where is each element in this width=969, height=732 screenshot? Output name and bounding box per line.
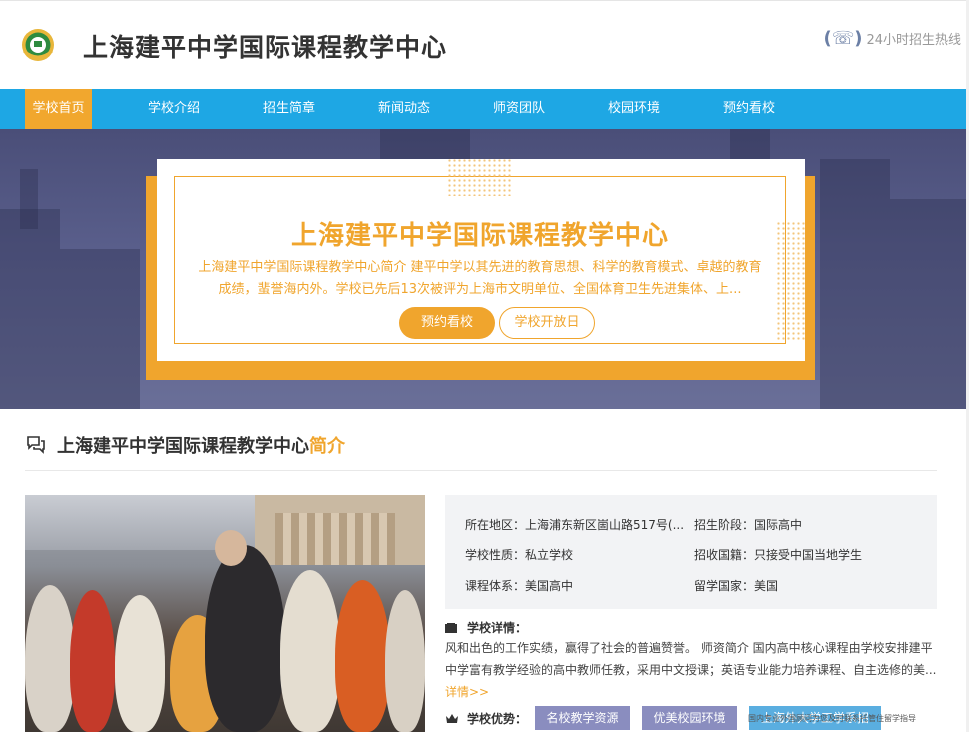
photo-figure	[115, 595, 165, 732]
nav-item-about[interactable]: 学校介绍	[138, 89, 210, 129]
hotline-label: 24小时招生热线	[866, 33, 961, 48]
banner-building	[20, 169, 38, 229]
nav-item-campus[interactable]: 校园环境	[598, 89, 670, 129]
photo-building-facade	[275, 513, 395, 565]
info-value: 私立学校	[525, 548, 574, 562]
school-logo[interactable]	[20, 27, 56, 63]
hero-card: 上海建平中学国际课程教学中心 上海建平中学国际课程教学中心简介 建平中学以其先进…	[157, 158, 806, 361]
info-nationality: 招收国籍：只接受中国当地学生	[694, 546, 862, 563]
tag-resources[interactable]: 名校教学资源	[535, 706, 630, 730]
info-label: 所在地区：	[465, 518, 526, 532]
detail-heading: 学校详情：	[445, 619, 527, 636]
tag-campus[interactable]: 优美校园环境	[642, 706, 737, 730]
photo-figure	[25, 585, 75, 732]
photo-figure	[205, 545, 285, 732]
floating-notice[interactable]: 国内专业外国顾问为您及时联系托管住留学指导	[748, 713, 916, 724]
phone-icon: (☏)	[823, 28, 863, 49]
chat-icon	[27, 436, 45, 454]
advantage-heading: 学校优势：	[445, 710, 527, 727]
info-country: 留学国家：美国	[694, 577, 778, 594]
banner-building	[820, 159, 890, 409]
dot-pattern	[776, 221, 806, 341]
hero-card-frame: 上海建平中学国际课程教学中心 上海建平中学国际课程教学中心简介 建平中学以其先进…	[174, 176, 786, 344]
site-header: 上海建平中学国际课程教学中心 (☏) 24小时招生热线	[0, 0, 969, 89]
info-location: 所在地区：上海浦东新区崮山路517号(...	[465, 516, 684, 533]
intro-heading: 上海建平中学国际课程教学中心简介	[25, 432, 345, 458]
hero-title: 上海建平中学国际课程教学中心	[290, 221, 669, 251]
intro-title-main: 上海建平中学国际课程教学中心	[57, 436, 309, 457]
photo-figure	[70, 590, 115, 732]
photo-figure	[280, 570, 340, 732]
site-title: 上海建平中学国际课程教学中心	[83, 33, 448, 62]
intro-title-accent: 简介	[309, 436, 345, 457]
nav-item-admission[interactable]: 招生简章	[253, 89, 325, 129]
nav-item-faculty[interactable]: 师资团队	[483, 89, 555, 129]
info-value: 美国高中	[525, 579, 574, 593]
details-link[interactable]: 详情>>	[445, 683, 489, 700]
info-value: 上海浦东新区崮山路517号(...	[525, 518, 685, 532]
info-curriculum: 课程体系：美国高中	[465, 577, 573, 594]
hero-banner: 上海建平中学国际课程教学中心 上海建平中学国际课程教学中心简介 建平中学以其先进…	[0, 129, 969, 409]
school-photo[interactable]	[25, 495, 425, 732]
info-label: 留学国家：	[694, 579, 755, 593]
book-icon	[445, 622, 457, 633]
detail-text: 风和出色的工作实绩，赢得了社会的普遍赞誉。 师资简介 国内高中核心课程由学校安排…	[445, 641, 937, 677]
info-label: 课程体系：	[465, 579, 526, 593]
detail-label: 学校详情：	[467, 621, 528, 635]
advantage-label: 学校优势：	[467, 712, 528, 726]
open-day-button[interactable]: 学校开放日	[499, 307, 595, 339]
banner-building	[0, 209, 60, 409]
nav-item-visit[interactable]: 预约看校	[713, 89, 785, 129]
photo-figure	[385, 590, 425, 732]
dot-pattern	[447, 158, 511, 196]
photo-figure	[335, 580, 390, 732]
banner-building	[60, 249, 140, 409]
crown-icon	[446, 713, 458, 723]
school-info-box: 所在地区：上海浦东新区崮山路517号(... 招生阶段：国际高中 学校性质：私立…	[445, 495, 937, 609]
info-value: 美国	[754, 579, 779, 593]
info-stage: 招生阶段：国际高中	[694, 516, 802, 533]
info-nature: 学校性质：私立学校	[465, 546, 573, 563]
divider	[25, 470, 937, 471]
info-value: 国际高中	[754, 518, 803, 532]
nav-item-news[interactable]: 新闻动态	[368, 89, 440, 129]
hero-description: 上海建平中学国际课程教学中心简介 建平中学以其先进的教育思想、科学的教育模式、卓…	[198, 260, 762, 297]
intro-title: 上海建平中学国际课程教学中心简介	[57, 432, 345, 458]
banner-building	[380, 129, 470, 159]
photo-face	[215, 530, 247, 566]
info-label: 招收国籍：	[694, 548, 755, 562]
book-visit-button[interactable]: 预约看校	[399, 307, 495, 339]
banner-building	[890, 199, 969, 409]
hotline: (☏) 24小时招生热线	[823, 28, 961, 49]
info-label: 招生阶段：	[694, 518, 755, 532]
main-nav: 学校首页 学校介绍 招生简章 新闻动态 师资团队 校园环境 预约看校	[0, 89, 969, 129]
info-label: 学校性质：	[465, 548, 526, 562]
info-value: 只接受中国当地学生	[754, 548, 863, 562]
nav-item-home[interactable]: 学校首页	[25, 89, 92, 129]
